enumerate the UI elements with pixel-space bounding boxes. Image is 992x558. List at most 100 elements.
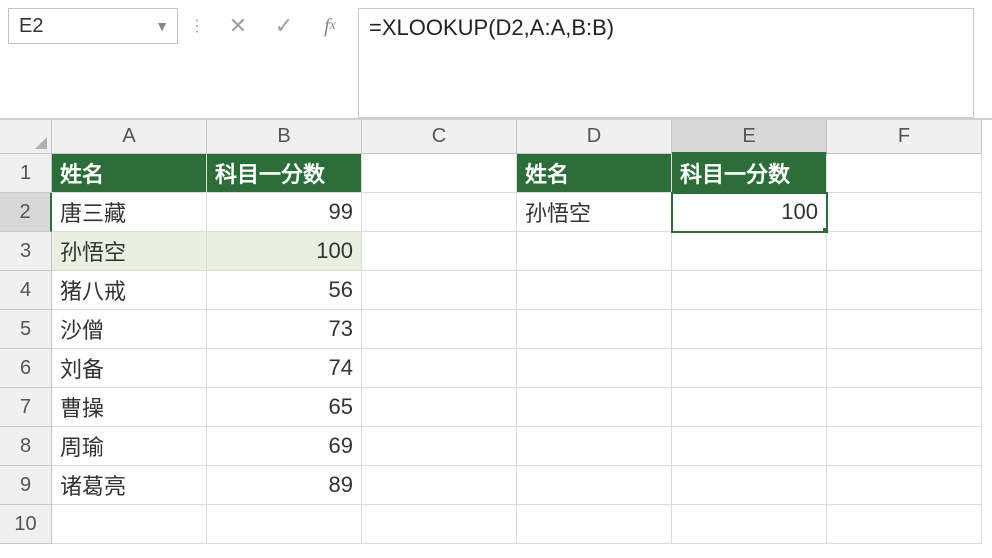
cell-d10[interactable] [517,505,672,544]
cell-d3[interactable] [517,232,672,271]
cell-e8[interactable] [672,427,827,466]
row: 7曹操65 [0,388,992,427]
cell-e9[interactable] [672,466,827,505]
select-all-corner[interactable] [0,120,52,154]
row-header-3[interactable]: 3 [0,232,52,271]
cell-a4[interactable]: 猪八戒 [52,271,207,310]
row: 10 [0,505,992,544]
row-header-6[interactable]: 6 [0,349,52,388]
separator-icon: ⋮ [186,8,210,44]
cell-d7[interactable] [517,388,672,427]
cell-d4[interactable] [517,271,672,310]
cell-value: 74 [329,355,353,381]
row-header-1[interactable]: 1 [0,154,52,193]
cell-value: 孙悟空 [525,196,591,228]
cell-e7[interactable] [672,388,827,427]
cell-e2[interactable]: 100 [672,193,827,232]
cell-e3[interactable] [672,232,827,271]
cell-value: 诸葛亮 [60,469,126,501]
cell-b1[interactable]: 科目一分数 [207,154,362,193]
cell-a10[interactable] [52,505,207,544]
cell-a7[interactable]: 曹操 [52,388,207,427]
cell-c2[interactable] [362,193,517,232]
cell-b5[interactable]: 73 [207,310,362,349]
cell-f8[interactable] [827,427,982,466]
cell-value: 73 [329,316,353,342]
cell-a9[interactable]: 诸葛亮 [52,466,207,505]
row: 5沙僧 73 [0,310,992,349]
enter-icon[interactable]: ✓ [270,12,298,40]
cell-d1[interactable]: 姓名 [517,154,672,193]
row-header-7[interactable]: 7 [0,388,52,427]
row: 1姓名科目一分数姓名科目一分数 [0,154,992,193]
cell-value: 89 [329,472,353,498]
cell-d6[interactable] [517,349,672,388]
cell-f6[interactable] [827,349,982,388]
formula-bar: E2 ▼ ⋮ ✕ ✓ fx =XLOOKUP(D2,A:A,B:B) [0,0,992,120]
cell-d2[interactable]: 孙悟空 [517,193,672,232]
cell-f3[interactable] [827,232,982,271]
row-header-5[interactable]: 5 [0,310,52,349]
row-header-4[interactable]: 4 [0,271,52,310]
formula-input[interactable]: =XLOOKUP(D2,A:A,B:B) [358,8,974,118]
cell-b3[interactable]: 100 [207,232,362,271]
column-header-a[interactable]: A [52,120,207,154]
cell-e10[interactable] [672,505,827,544]
fill-handle[interactable] [822,227,827,232]
cell-b6[interactable]: 74 [207,349,362,388]
cell-c9[interactable] [362,466,517,505]
row-header-2[interactable]: 2 [0,193,52,232]
cell-b4[interactable]: 56 [207,271,362,310]
column-header-b[interactable]: B [207,120,362,154]
cell-c10[interactable] [362,505,517,544]
name-box[interactable]: E2 ▼ [8,8,178,44]
column-header-f[interactable]: F [827,120,982,154]
cell-c8[interactable] [362,427,517,466]
fx-icon[interactable]: fx [316,12,344,40]
cell-e4[interactable] [672,271,827,310]
cell-value: 姓名 [60,157,104,189]
cell-a3[interactable]: 孙悟空 [52,232,207,271]
cell-a6[interactable]: 刘备 [52,349,207,388]
cell-e1[interactable]: 科目一分数 [672,154,827,193]
cell-f10[interactable] [827,505,982,544]
cell-d9[interactable] [517,466,672,505]
cell-f7[interactable] [827,388,982,427]
cell-b8[interactable]: 69 [207,427,362,466]
cell-f5[interactable] [827,310,982,349]
cell-f2[interactable] [827,193,982,232]
cell-c4[interactable] [362,271,517,310]
cell-b2[interactable]: 99 [207,193,362,232]
column-header-c[interactable]: C [362,120,517,154]
cell-c1[interactable] [362,154,517,193]
cell-c6[interactable] [362,349,517,388]
cell-e5[interactable] [672,310,827,349]
row-header-8[interactable]: 8 [0,427,52,466]
cell-b9[interactable]: 89 [207,466,362,505]
row: 2唐三藏99 孙悟空 100 [0,193,992,232]
cell-c5[interactable] [362,310,517,349]
cell-a2[interactable]: 唐三藏 [52,193,207,232]
cell-value: 56 [329,277,353,303]
cell-c7[interactable] [362,388,517,427]
cell-value: 100 [781,199,818,225]
cell-d8[interactable] [517,427,672,466]
row-header-9[interactable]: 9 [0,466,52,505]
cell-d5[interactable] [517,310,672,349]
cell-a1[interactable]: 姓名 [52,154,207,193]
cell-a8[interactable]: 周瑜 [52,427,207,466]
cancel-icon[interactable]: ✕ [224,12,252,40]
column-header-e[interactable]: E [672,120,827,154]
chevron-down-icon[interactable]: ▼ [155,18,169,34]
cell-e6[interactable] [672,349,827,388]
cell-f9[interactable] [827,466,982,505]
cell-b7[interactable]: 65 [207,388,362,427]
cell-a5[interactable]: 沙僧 [52,310,207,349]
cell-value: 姓名 [525,157,569,189]
cell-f4[interactable] [827,271,982,310]
cell-f1[interactable] [827,154,982,193]
cell-c3[interactable] [362,232,517,271]
column-header-d[interactable]: D [517,120,672,154]
cell-b10[interactable] [207,505,362,544]
row-header-10[interactable]: 10 [0,505,52,544]
